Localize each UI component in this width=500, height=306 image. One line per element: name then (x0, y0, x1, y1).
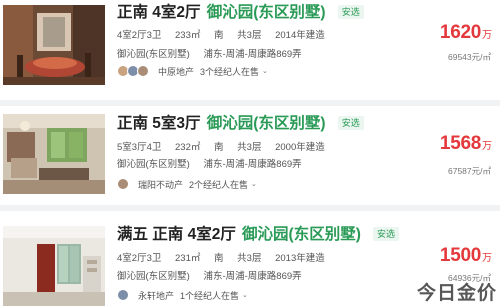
spec-orientation: 南 (214, 142, 224, 153)
chevron-down-icon[interactable]: ⌄ (242, 291, 248, 299)
agent-avatars[interactable] (117, 178, 129, 190)
total-price: 1500万 (440, 245, 492, 267)
unit-price: 67587元/㎡ (448, 166, 491, 176)
agent-row: 永轩地产 1个经纪人在售 ⌄ (117, 287, 248, 303)
total-price: 1568万 (440, 133, 492, 155)
spec-year: 2013年建造 (275, 253, 325, 264)
agency-name: 永轩地产 (138, 290, 175, 301)
spec-area: 231㎡ (175, 253, 201, 264)
interior-photo (3, 226, 105, 306)
community-link[interactable]: 御沁园(东区别墅) (242, 226, 361, 243)
verified-tag: 安选 (337, 116, 364, 130)
avatar (117, 289, 129, 301)
price-unit: 万 (482, 30, 492, 41)
spec-year: 2000年建造 (275, 142, 325, 153)
agent-count[interactable]: 1个经纪人在售 (180, 289, 239, 302)
agent-row: 瑞阳不动产 2个经纪人在售 ⌄ (117, 176, 257, 192)
listing-title-head[interactable]: 满五 正南 4室2厅 (117, 226, 236, 243)
price-value: 1500 (439, 245, 481, 266)
spec-floors: 共3层 (237, 30, 262, 41)
listing-address: 御沁园(东区别墅) 浦东-周浦-周康路869弄 (117, 46, 313, 60)
spec-orientation: 南 (214, 253, 224, 264)
listing-title-head[interactable]: 正南 4室2厅 (117, 4, 201, 21)
spec-layout: 4室2厅3卫 (117, 30, 162, 41)
community-link[interactable]: 御沁园(东区别墅) (207, 4, 326, 21)
price-value: 1620 (439, 22, 481, 43)
listing-title[interactable]: 满五 正南 4室2厅 御沁园(东区别墅) 安选 (117, 225, 400, 245)
price-unit: 万 (482, 141, 492, 152)
listing-photo[interactable] (3, 114, 105, 194)
address-location: 浦东-周浦-周康路869弄 (203, 271, 302, 282)
divider (0, 100, 500, 106)
community-link[interactable]: 御沁园(东区别墅) (207, 115, 326, 132)
address-community[interactable]: 御沁园(东区别墅) (117, 49, 190, 60)
spec-layout: 4室2厅3卫 (117, 253, 162, 264)
chevron-down-icon[interactable]: ⌄ (262, 67, 268, 75)
agent-count[interactable]: 3个经纪人在售 (200, 65, 259, 78)
agency-name: 中原地产 (158, 66, 195, 77)
address-community[interactable]: 御沁园(东区别墅) (117, 271, 190, 282)
watermark: 今日金价 (416, 282, 497, 304)
listing-card[interactable]: 正南 4室2厅 御沁园(东区别墅) 安选 4室2厅3卫 233㎡ 南 共3层 2… (0, 0, 500, 96)
spec-area: 232㎡ (175, 142, 201, 153)
avatar (117, 178, 129, 190)
price-unit: 万 (482, 253, 492, 264)
listing-specs: 4室2厅3卫 231㎡ 南 共3层 2013年建造 (117, 250, 336, 264)
interior-photo (3, 5, 105, 85)
listing-photo[interactable] (3, 5, 105, 85)
spec-area: 233㎡ (175, 30, 201, 41)
agent-avatars[interactable] (117, 65, 149, 77)
spec-year: 2014年建造 (275, 30, 325, 41)
spec-orientation: 南 (214, 30, 224, 41)
interior-photo (3, 114, 105, 194)
total-price: 1620万 (440, 22, 492, 44)
listing-photo[interactable] (3, 226, 105, 306)
spec-floors: 共3层 (237, 142, 262, 153)
address-location: 浦东-周浦-周康路869弄 (203, 49, 302, 60)
listing-address: 御沁园(东区别墅) 浦东-周浦-周康路869弄 (117, 156, 313, 170)
address-community[interactable]: 御沁园(东区别墅) (117, 159, 190, 170)
agent-avatars[interactable] (117, 289, 129, 301)
address-location: 浦东-周浦-周康路869弄 (203, 159, 302, 170)
avatar (137, 65, 149, 77)
listing-title-head[interactable]: 正南 5室3厅 (117, 115, 201, 132)
chevron-down-icon[interactable]: ⌄ (251, 180, 257, 188)
divider (0, 205, 500, 211)
listing-title[interactable]: 正南 5室3厅 御沁园(东区别墅) 安选 (117, 114, 364, 134)
agent-row: 中原地产 3个经纪人在售 ⌄ (117, 63, 268, 79)
listing-title[interactable]: 正南 4室2厅 御沁园(东区别墅) 安选 (117, 3, 364, 23)
listing-specs: 4室2厅3卫 233㎡ 南 共3层 2014年建造 (117, 27, 336, 41)
unit-price: 69543元/㎡ (448, 52, 491, 62)
listing-address: 御沁园(东区别墅) 浦东-周浦-周康路869弄 (117, 268, 313, 282)
verified-tag: 安选 (337, 5, 364, 19)
verified-tag: 安选 (373, 227, 400, 241)
spec-layout: 5室3厅4卫 (117, 142, 162, 153)
price-value: 1568 (439, 133, 481, 154)
listing-card[interactable]: 正南 5室3厅 御沁园(东区别墅) 安选 5室3厅4卫 232㎡ 南 共3层 2… (0, 108, 500, 204)
listing-specs: 5室3厅4卫 232㎡ 南 共3层 2000年建造 (117, 139, 336, 153)
spec-floors: 共3层 (237, 253, 262, 264)
agent-count[interactable]: 2个经纪人在售 (189, 178, 248, 191)
agency-name: 瑞阳不动产 (138, 179, 184, 190)
